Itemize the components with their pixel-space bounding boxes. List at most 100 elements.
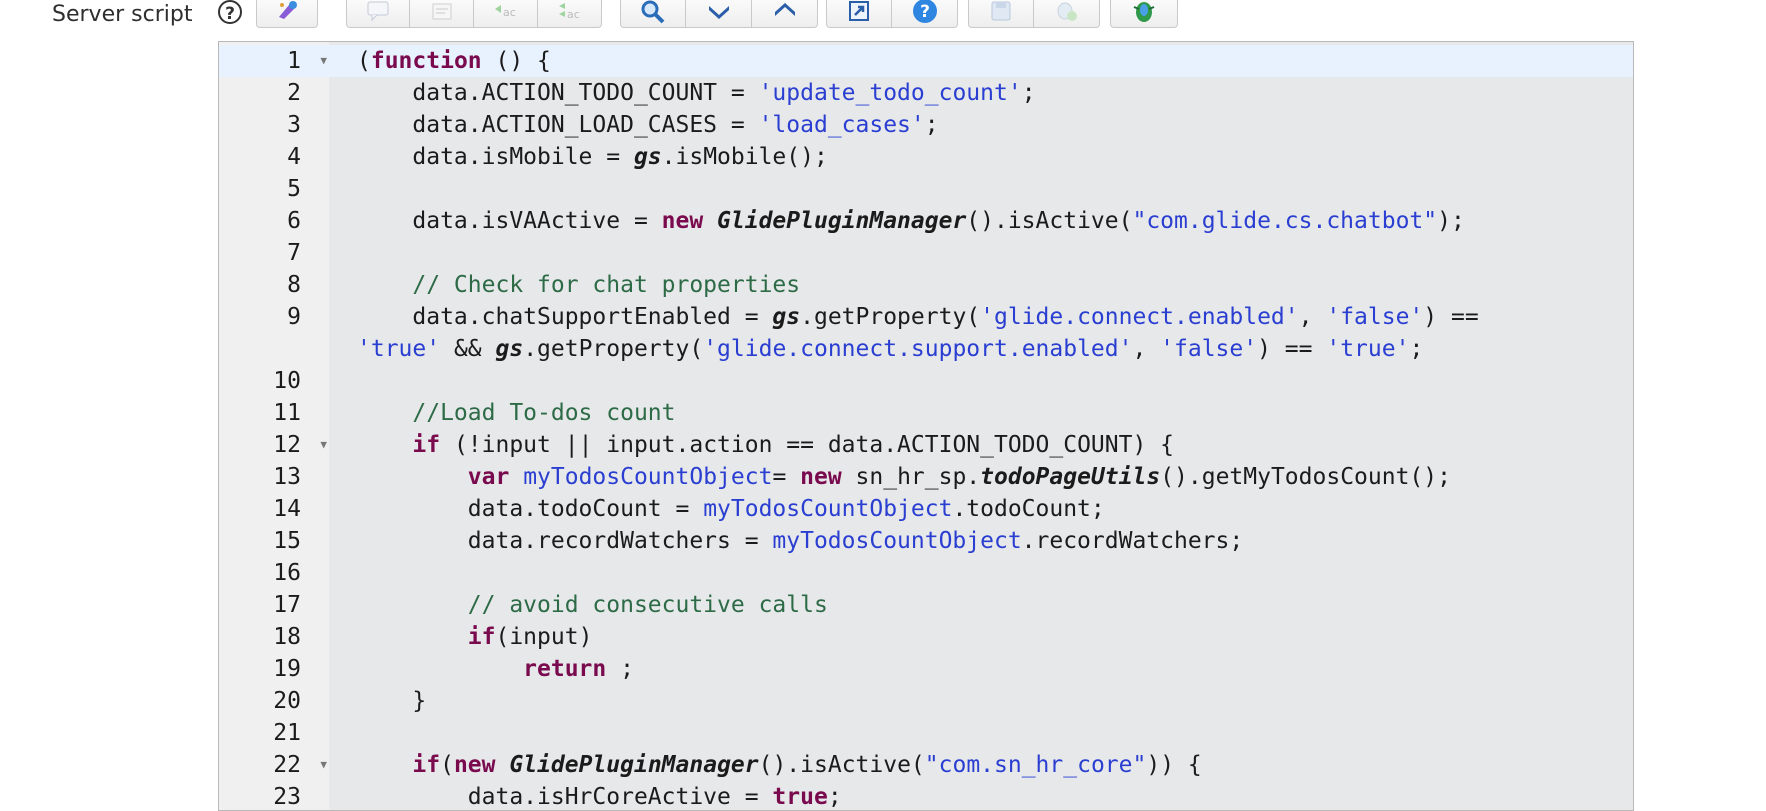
- code-line[interactable]: 12 ▼ if (!input || input.action == data.A…: [219, 429, 1633, 461]
- line-number: 8: [219, 269, 329, 301]
- code-line[interactable]: 22 ▼ if(new GlidePluginManager().isActive…: [219, 749, 1633, 781]
- code-line[interactable]: 8 // Check for chat properties: [219, 269, 1633, 301]
- toggle-syntax-check-button[interactable]: [1110, 0, 1178, 28]
- line-number: 21: [219, 717, 329, 749]
- code-line[interactable]: 21: [219, 717, 1633, 749]
- code-text[interactable]: [329, 365, 1633, 397]
- code-line[interactable]: 19 return ;: [219, 653, 1633, 685]
- code-line[interactable]: 6 data.isVAActive = new GlidePluginManag…: [219, 205, 1633, 237]
- code-line[interactable]: 14 data.todoCount = myTodosCountObject.t…: [219, 493, 1633, 525]
- code-line[interactable]: 7: [219, 237, 1633, 269]
- code-line[interactable]: 23 data.isHrCoreActive = true;: [219, 781, 1633, 810]
- search-button[interactable]: [620, 0, 686, 28]
- format-icon: [279, 0, 297, 19]
- svg-text:ac: ac: [567, 8, 580, 21]
- code-text[interactable]: data.recordWatchers = myTodosCountObject…: [329, 525, 1633, 557]
- line-number: 3: [219, 109, 329, 141]
- code-line[interactable]: 16: [219, 557, 1633, 589]
- indent-lines-button[interactable]: [410, 0, 474, 28]
- line-number: 14: [219, 493, 329, 525]
- script-editor[interactable]: 1 ▼ (function () {2 data.ACTION_TODO_COUNT…: [218, 41, 1634, 811]
- code-text[interactable]: //Load To-dos count: [329, 397, 1633, 429]
- code-text[interactable]: data.isMobile = gs.isMobile();: [329, 141, 1633, 173]
- line-number: 5: [219, 173, 329, 205]
- replace-all-icon: ac: [558, 2, 580, 21]
- code-text[interactable]: data.isHrCoreActive = true;: [329, 781, 1633, 810]
- chevron-down-icon: [708, 5, 729, 19]
- code-text[interactable]: if (!input || input.action == data.ACTIO…: [329, 429, 1633, 461]
- line-number: 1 ▼: [219, 45, 329, 77]
- code-line[interactable]: 2 data.ACTION_TODO_COUNT = 'update_todo_…: [219, 77, 1633, 109]
- line-number: 18: [219, 621, 329, 653]
- search-icon: [641, 0, 665, 23]
- code-text[interactable]: var myTodosCountObject= new sn_hr_sp.tod…: [329, 461, 1633, 493]
- code-line[interactable]: 13 var myTodosCountObject= new sn_hr_sp.…: [219, 461, 1633, 493]
- line-number: 9: [219, 301, 329, 365]
- code-line[interactable]: 20 }: [219, 685, 1633, 717]
- replace-all-button[interactable]: ac: [538, 0, 602, 28]
- code-text[interactable]: data.todoCount = myTodosCountObject.todo…: [329, 493, 1633, 525]
- editor-help-button[interactable]: ?: [892, 0, 958, 28]
- code-text[interactable]: data.ACTION_TODO_COUNT = 'update_todo_co…: [329, 77, 1633, 109]
- lines-icon: [432, 3, 451, 19]
- code-text[interactable]: [329, 173, 1633, 205]
- line-number: 19: [219, 653, 329, 685]
- find-next-button[interactable]: [686, 0, 752, 28]
- find-previous-button[interactable]: [752, 0, 818, 28]
- replace-icon: ac: [494, 4, 516, 19]
- code-line[interactable]: 3 data.ACTION_LOAD_CASES = 'load_cases';: [219, 109, 1633, 141]
- line-number: 13: [219, 461, 329, 493]
- save-icon: [991, 1, 1011, 20]
- line-number: 15: [219, 525, 329, 557]
- line-number: 20: [219, 685, 329, 717]
- debug-icon: [1057, 2, 1077, 21]
- code-text[interactable]: data.isVAActive = new GlidePluginManager…: [329, 205, 1633, 237]
- line-number: 12 ▼: [219, 429, 329, 461]
- line-number: 2: [219, 77, 329, 109]
- fold-arrow-icon[interactable]: ▼: [311, 429, 327, 461]
- chevron-up-icon: [774, 2, 795, 16]
- line-number: 11: [219, 397, 329, 429]
- code-line[interactable]: 17 // avoid consecutive calls: [219, 589, 1633, 621]
- code-text[interactable]: }: [329, 685, 1633, 717]
- toggle-comment-button[interactable]: [346, 0, 410, 28]
- code-text[interactable]: return ;: [329, 653, 1633, 685]
- expand-icon: [849, 0, 869, 21]
- format-code-button[interactable]: [256, 0, 318, 28]
- save-button[interactable]: [968, 0, 1034, 28]
- code-area[interactable]: 1 ▼ (function () {2 data.ACTION_TODO_COUNT…: [219, 45, 1633, 810]
- code-text[interactable]: data.chatSupportEnabled = gs.getProperty…: [329, 301, 1633, 365]
- editor-toolbar: ac ac ?: [0, 0, 1766, 30]
- line-number: 23: [219, 781, 329, 810]
- code-text[interactable]: // avoid consecutive calls: [329, 589, 1633, 621]
- code-text[interactable]: if(input): [329, 621, 1633, 653]
- code-text[interactable]: [329, 237, 1633, 269]
- fold-arrow-icon[interactable]: ▼: [311, 749, 327, 781]
- code-text[interactable]: (function () {: [329, 45, 1633, 77]
- code-text[interactable]: [329, 717, 1633, 749]
- line-number: 4: [219, 141, 329, 173]
- question-icon: ?: [912, 0, 937, 23]
- script-debugger-button[interactable]: [1034, 0, 1100, 28]
- code-line[interactable]: 4 data.isMobile = gs.isMobile();: [219, 141, 1633, 173]
- code-line[interactable]: 9 data.chatSupportEnabled = gs.getProper…: [219, 301, 1633, 365]
- code-line[interactable]: 18 if(input): [219, 621, 1633, 653]
- comment-icon: [367, 1, 389, 21]
- code-text[interactable]: [329, 557, 1633, 589]
- code-text[interactable]: data.ACTION_LOAD_CASES = 'load_cases';: [329, 109, 1633, 141]
- code-line[interactable]: 10: [219, 365, 1633, 397]
- code-line[interactable]: 1 ▼ (function () {: [219, 45, 1633, 77]
- line-number: 7: [219, 237, 329, 269]
- code-line[interactable]: 15 data.recordWatchers = myTodosCountObj…: [219, 525, 1633, 557]
- line-number: 10: [219, 365, 329, 397]
- replace-button[interactable]: ac: [474, 0, 538, 28]
- fold-arrow-icon[interactable]: ▼: [311, 45, 327, 77]
- line-number: 6: [219, 205, 329, 237]
- code-text[interactable]: if(new GlidePluginManager().isActive("co…: [329, 749, 1633, 781]
- code-line[interactable]: 11 //Load To-dos count: [219, 397, 1633, 429]
- svg-text:ac: ac: [503, 6, 516, 19]
- full-screen-button[interactable]: [826, 0, 892, 28]
- line-number: 22 ▼: [219, 749, 329, 781]
- code-line[interactable]: 5: [219, 173, 1633, 205]
- code-text[interactable]: // Check for chat properties: [329, 269, 1633, 301]
